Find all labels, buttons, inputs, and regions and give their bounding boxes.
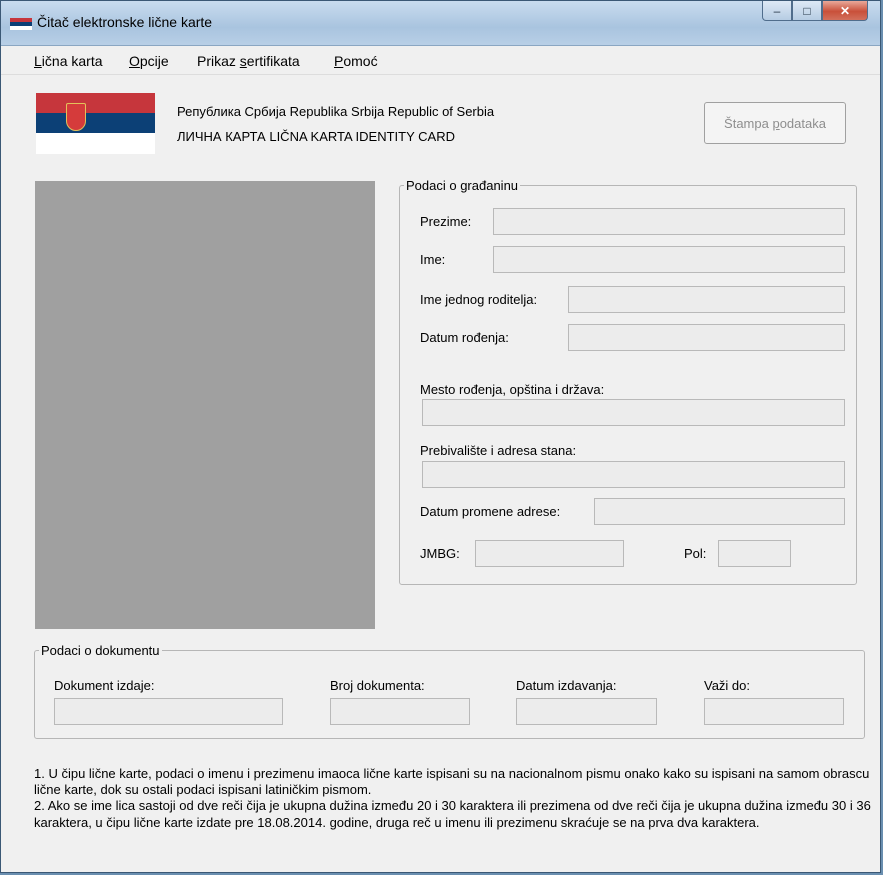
minimize-button[interactable]: ‒ [762, 1, 792, 21]
menu-opcije[interactable]: Opcije [129, 53, 169, 69]
parent-name-label: Ime jednog roditelja: [420, 292, 538, 307]
sex-label: Pol: [684, 546, 707, 561]
doc-number-field[interactable] [330, 698, 470, 725]
app-window: Čitač elektronske lične karte ‒ □ ✕ Ličn… [0, 0, 881, 873]
birth-date-label: Datum rođenja: [420, 330, 509, 345]
photo-placeholder [35, 181, 375, 629]
issuer-label: Dokument izdaje: [54, 678, 155, 693]
issue-date-field[interactable] [516, 698, 657, 725]
birth-place-label: Mesto rođenja, opština i država: [420, 382, 605, 397]
address-change-label: Datum promene adrese: [420, 504, 561, 519]
document-group-title: Podaci o dokumentu [41, 643, 160, 658]
maximize-button[interactable]: □ [792, 1, 822, 21]
menu-licna-karta[interactable]: Lična karta [34, 53, 103, 69]
title-bar[interactable]: Čitač elektronske lične karte ‒ □ ✕ [1, 1, 880, 46]
name-label: Ime: [420, 252, 446, 267]
country-header: Република Србија Republika Srbija Republ… [177, 104, 495, 119]
menu-separator [1, 74, 880, 75]
address-change-field[interactable] [594, 498, 845, 525]
sex-field[interactable] [718, 540, 791, 567]
valid-until-label: Važi do: [704, 678, 751, 693]
birth-place-field[interactable] [422, 399, 845, 426]
name-field[interactable] [493, 246, 845, 273]
flag-app-icon [10, 18, 32, 30]
coat-of-arms-icon [66, 103, 86, 131]
window-title: Čitač elektronske lične karte [37, 14, 213, 30]
jmbg-label: JMBG: [420, 546, 460, 561]
citizen-group-title: Podaci o građaninu [406, 178, 519, 193]
issuer-field[interactable] [54, 698, 283, 725]
window-controls: ‒ □ ✕ [762, 1, 868, 23]
doc-number-label: Broj dokumenta: [330, 678, 425, 693]
surname-label: Prezime: [420, 214, 472, 229]
menu-bar: Lična karta Opcije Prikaz sertifikata Po… [1, 46, 880, 74]
birth-date-field[interactable] [568, 324, 845, 351]
serbian-flag-image [36, 93, 155, 154]
print-data-button[interactable]: Štampa podataka [704, 102, 846, 144]
note-2: 2. Ako se ime lica sastoji od dve reči č… [34, 798, 871, 830]
close-button[interactable]: ✕ [822, 1, 868, 21]
note-1: 1. U čipu lične karte, podaci o imenu i … [34, 766, 870, 798]
parent-name-field[interactable] [568, 286, 845, 313]
issue-date-label: Datum izdavanja: [516, 678, 617, 693]
menu-prikaz-sertifikata[interactable]: Prikaz sertifikata [197, 53, 300, 69]
notes-section: 1. U čipu lične karte, podaci o imenu i … [34, 766, 874, 831]
document-type-header: ЛИЧНА КАРТА LIČNA KARTA IDENTITY CARD [177, 129, 455, 144]
residence-label: Prebivalište i adresa stana: [420, 443, 577, 458]
valid-until-field[interactable] [704, 698, 844, 725]
jmbg-field[interactable] [475, 540, 624, 567]
surname-field[interactable] [493, 208, 845, 235]
menu-pomoc[interactable]: Pomoć [334, 53, 378, 69]
residence-field[interactable] [422, 461, 845, 488]
